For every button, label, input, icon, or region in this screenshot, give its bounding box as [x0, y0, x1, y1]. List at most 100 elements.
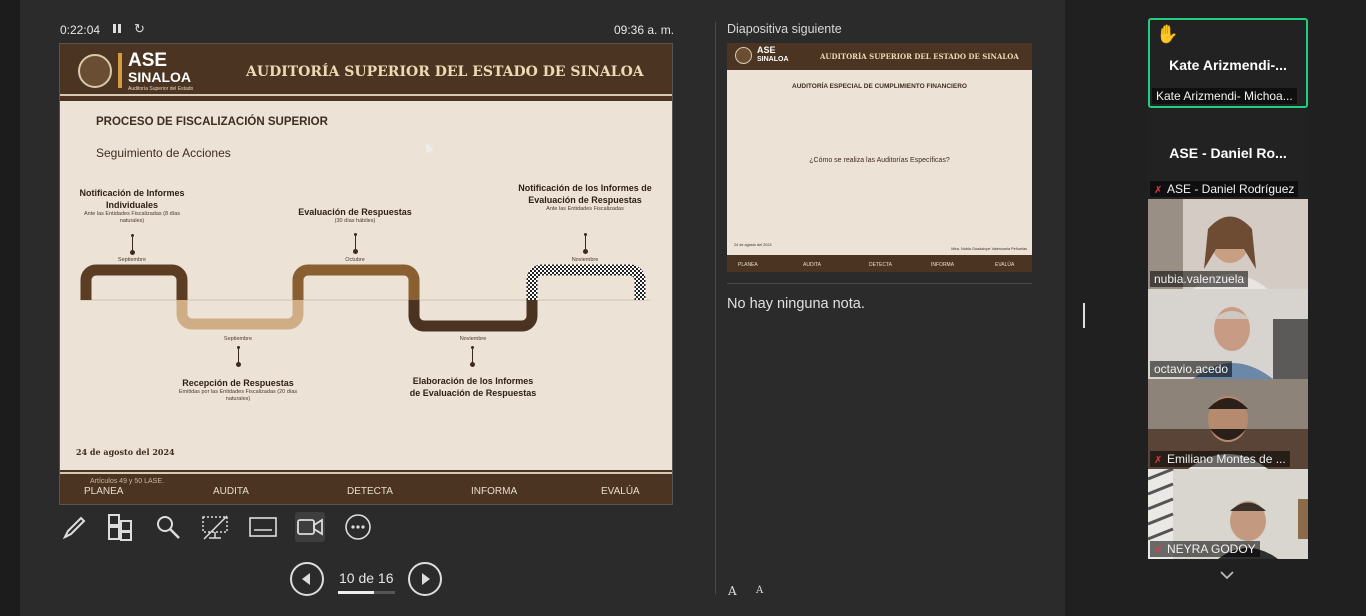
step-pin	[130, 234, 135, 255]
subtitles-icon[interactable]	[248, 512, 278, 542]
step-month-label: Noviembre	[459, 336, 487, 342]
participant-label: ✗ NEYRA GODOY	[1150, 541, 1260, 557]
step-note: (30 días hábiles)	[334, 218, 376, 224]
participant-label-text: Kate Arizmendi- Michoa...	[1156, 89, 1293, 103]
next-slide-title: AUDITORÍA SUPERIOR DEL ESTADO DE SINALOA	[820, 52, 1019, 61]
step-note: Ante las Entidades Fiscalizadas (8 días …	[84, 211, 180, 224]
step-head: Evaluación de Respuestas	[298, 207, 412, 217]
page-progress-bar	[338, 591, 395, 594]
step-evaluacion: Evaluación de Respuestas (30 días hábile…	[285, 206, 425, 225]
participant-label: ✗ Emiliano Montes de ...	[1150, 451, 1290, 467]
next-slide-signature: Mtra. Nubia Guadalupe Valenzuela Peñuela…	[951, 247, 1027, 251]
step-head: Elaboración de los Informes de Evaluació…	[409, 376, 537, 398]
logo-main: ASE	[757, 45, 776, 55]
step-month: Septiembre	[72, 257, 192, 263]
segment-2	[176, 300, 304, 330]
page-progress-fill	[338, 591, 374, 594]
participant-label-text: Emiliano Montes de ...	[1167, 452, 1286, 466]
footer-informa: INFORMA	[471, 486, 518, 497]
segment-5	[526, 264, 646, 300]
screen-off-icon[interactable]	[200, 512, 230, 542]
step-recepcion: Recepción de Respuestas Emitidas por las…	[178, 377, 298, 403]
mic-off-icon: ✗	[1154, 455, 1163, 466]
pause-icon[interactable]	[113, 24, 121, 34]
notes-divider	[727, 283, 1032, 284]
participant-tile[interactable]: ✋ Kate Arizmendi-... Kate Arizmendi- Mic…	[1148, 18, 1308, 108]
next-slide-subtitle: AUDITORÍA ESPECIAL DE CUMPLIMIENTO FINAN…	[792, 83, 967, 90]
participant-name: ASE - Daniel Ro...	[1169, 145, 1287, 161]
segment-1	[80, 264, 188, 300]
footer-evalua: EVALÚA	[601, 486, 640, 497]
participant-label-text: octavio.acedo	[1154, 362, 1229, 376]
panel-resize-handle[interactable]	[1083, 303, 1085, 328]
footer-detecta: DETECTA	[869, 262, 892, 268]
logo-sub: SINALOA	[757, 56, 789, 63]
participant-label-text: ASE - Daniel Rodríguez	[1167, 182, 1295, 196]
participant-tile[interactable]: octavio.acedo	[1148, 289, 1308, 379]
step-head: Notificación de Informes Individuales	[79, 188, 185, 210]
pen-icon[interactable]	[60, 512, 90, 542]
speaker-notes[interactable]: No hay ninguna nota.	[727, 296, 865, 312]
all-slides-icon[interactable]	[106, 512, 136, 542]
mic-off-icon: ✗	[1154, 545, 1163, 556]
more-options-icon[interactable]	[343, 512, 373, 542]
elapsed-timer: 0:22:04	[60, 23, 101, 37]
step-month: Septiembre	[178, 336, 298, 342]
step-pin	[353, 233, 358, 254]
slide-footer: Artículos 49 y 50 LASE. PLANEA AUDITA DE…	[60, 470, 672, 504]
participant-label: Kate Arizmendi- Michoa...	[1152, 88, 1297, 104]
camera-icon[interactable]	[295, 512, 325, 542]
footer-audita: AUDITA	[213, 486, 249, 497]
step-head: Recepción de Respuestas	[182, 378, 294, 388]
step-notificacion: Notificación de Informes Individuales An…	[72, 187, 192, 225]
next-slide-button[interactable]	[408, 562, 442, 596]
participant-label-text: nubia.valenzuela	[1154, 272, 1245, 286]
footer-evalua: EVALÚA	[995, 262, 1015, 268]
next-slide-header: ASE SINALOA AUDITORÍA SUPERIOR DEL ESTAD…	[727, 43, 1032, 70]
slide-date: 24 de agosto del 2024	[76, 447, 175, 457]
step-month: Noviembre	[413, 336, 533, 342]
step-elaboracion: Elaboración de los Informes de Evaluació…	[408, 375, 538, 399]
participant-label: octavio.acedo	[1150, 361, 1233, 377]
footer-audita: AUDITA	[803, 262, 821, 268]
next-slide-preview[interactable]: ASE SINALOA AUDITORÍA SUPERIOR DEL ESTAD…	[727, 43, 1032, 272]
pane-divider[interactable]	[715, 22, 716, 594]
current-slide: ASE SINALOA Auditoría Superior del Estad…	[59, 43, 673, 505]
magnifier-icon[interactable]	[153, 512, 183, 542]
previous-slide-button[interactable]	[290, 562, 324, 596]
triangle-left-icon	[302, 573, 310, 585]
next-slide-question: ¿Cómo se realiza las Auditorías Específi…	[809, 157, 950, 164]
step-head: Notificación de los Informes de Evaluaci…	[518, 183, 652, 205]
step-pin	[236, 346, 241, 367]
mic-off-icon: ✗	[1154, 185, 1163, 196]
current-time: 09:36 a. m.	[614, 23, 675, 37]
step-month-label: Octubre	[345, 257, 365, 263]
ase-logo: ASE SINALOA	[757, 46, 789, 64]
footer-stripe	[60, 472, 672, 474]
step-note: Emitidas por las Entidades Fiscalizadas …	[178, 389, 298, 402]
participant-name: Kate Arizmendi-...	[1169, 57, 1287, 73]
process-flow-diagram	[80, 264, 650, 332]
state-seal-icon	[735, 47, 752, 64]
step-month: Octubre	[295, 257, 415, 263]
reset-timer-icon[interactable]: ↻	[134, 21, 145, 37]
participant-tile[interactable]: ✗ NEYRA GODOY	[1148, 469, 1308, 559]
next-slide-footer: PLANEA AUDITA DETECTA INFORMA EVALÚA	[727, 255, 1032, 272]
participant-tile[interactable]: ASE - Daniel Ro... ✗ ASE - Daniel Rodrígu…	[1148, 109, 1308, 199]
chevron-down-icon[interactable]	[1219, 567, 1235, 583]
step-pin	[583, 233, 588, 254]
footer-planea: PLANEA	[738, 262, 758, 268]
step-notificacion-informes: Notificación de los Informes de Evaluaci…	[515, 182, 655, 213]
participant-label-text: NEYRA GODOY	[1167, 542, 1256, 556]
participant-label: ✗ ASE - Daniel Rodríguez	[1150, 181, 1299, 197]
left-edge	[0, 0, 20, 616]
page-indicator: 10 de 16	[339, 570, 394, 586]
step-pin	[470, 346, 475, 367]
step-note: Ante las Entidades Fiscalizadas	[546, 206, 624, 212]
step-month-label: Septiembre	[223, 336, 253, 342]
participant-tile[interactable]: ✗ Emiliano Montes de ...	[1148, 379, 1308, 469]
participant-tile[interactable]: nubia.valenzuela	[1148, 199, 1308, 289]
decrease-font-button[interactable]: A	[756, 585, 763, 596]
increase-font-button[interactable]: A	[728, 584, 737, 598]
next-slide-date: 24 de agosto del 2024	[734, 243, 772, 247]
